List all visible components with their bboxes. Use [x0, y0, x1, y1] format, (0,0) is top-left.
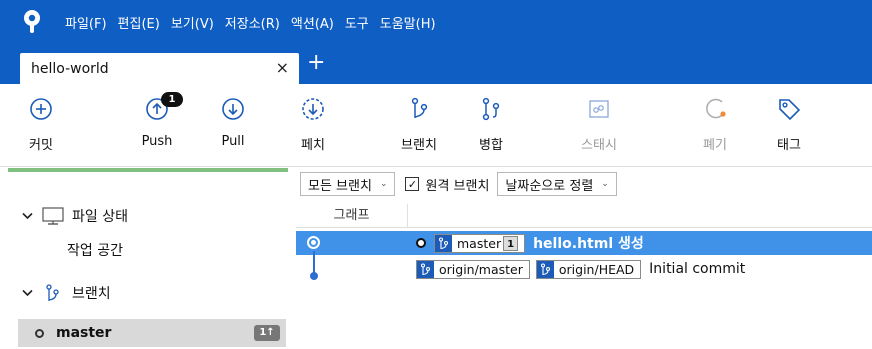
checkbox-icon[interactable]: ✓ — [405, 177, 420, 191]
fetch-label: 페치 — [301, 138, 325, 153]
fetch-arrow-down-icon — [302, 98, 324, 120]
push-count-badge: 1 — [161, 92, 183, 107]
discard-label: 폐기 — [703, 138, 727, 153]
pull-button[interactable]: Pull — [198, 84, 268, 167]
sidebar-section-file-status[interactable]: 파일 상태 — [0, 203, 290, 229]
history-filter-bar: 모든 브랜치 ⌄ ✓ 원격 브랜치 날짜순으로 정렬 ⌄ — [296, 170, 872, 198]
chevron-down-icon[interactable] — [22, 210, 34, 223]
merge-label: 병합 — [479, 138, 503, 153]
tag-icon — [779, 99, 801, 121]
stash-label: 스태시 — [581, 138, 617, 153]
ahead-count-badge: 1 — [503, 235, 519, 251]
menu-repository[interactable]: 저장소(R) — [225, 13, 280, 32]
tab-bar: hello-world × + — [0, 44, 872, 84]
branch-ref-label[interactable]: origin/master — [416, 259, 530, 279]
sort-value: 날짜순으로 정렬 — [505, 178, 594, 194]
branch-label: 브랜치 — [401, 138, 437, 153]
branch-ref-icon — [417, 260, 434, 278]
sidebar-section-branches[interactable]: 브랜치 — [0, 280, 290, 306]
sidebar-item-master[interactable]: master 1↑ — [18, 319, 286, 347]
commit-message: hello.html 생성 — [533, 236, 644, 252]
commit-message: Initial commit — [649, 261, 746, 277]
close-tab-icon[interactable]: × — [276, 58, 289, 77]
sidebar: 파일 상태 작업 공간 브랜치 master 1↑ — [0, 167, 296, 349]
discard-refresh-icon — [706, 98, 726, 119]
commit-graph-cell — [296, 251, 408, 281]
branch-filter-dropdown[interactable]: 모든 브랜치 ⌄ — [300, 172, 396, 196]
add-tab-icon[interactable]: + — [307, 52, 325, 74]
branch-ref-name: origin/master — [439, 261, 523, 277]
push-button[interactable]: 1 Push — [122, 84, 192, 167]
history-panel: 모든 브랜치 ⌄ ✓ 원격 브랜치 날짜순으로 정렬 ⌄ 그래프 master … — [296, 167, 872, 349]
sidebar-item-workspace[interactable]: 작업 공간 — [0, 237, 290, 263]
menu-bar: 파일(F) 편집(E) 보기(V) 저장소(R) 액션(A) 도구 도움말(H) — [0, 0, 872, 44]
discard-button[interactable]: 폐기 — [680, 84, 750, 167]
remote-branches-label: 원격 브랜치 — [425, 178, 490, 194]
merge-icon — [482, 97, 500, 121]
menu-tools[interactable]: 도구 — [345, 13, 369, 32]
head-indicator-icon — [416, 238, 426, 248]
fetch-button[interactable]: 페치 — [278, 84, 348, 167]
branch-ref-name: master — [457, 235, 502, 251]
sidebar-branches-label: 브랜치 — [72, 286, 111, 302]
branch-ref-icon — [536, 260, 554, 278]
branch-icon — [42, 283, 66, 303]
branch-button[interactable]: 브랜치 — [384, 84, 454, 167]
commit-description: master 1 hello.html 생성 — [416, 231, 644, 255]
sidebar-branch-name: master — [56, 325, 112, 341]
history-column-header: 그래프 — [296, 204, 872, 228]
commit-node-icon — [310, 272, 318, 280]
commit-row[interactable]: origin/master origin/HEAD Initial commit — [296, 251, 872, 281]
remote-branches-toggle[interactable]: ✓ 원격 브랜치 — [405, 175, 489, 194]
tag-label: 태그 — [777, 138, 801, 153]
monitor-icon — [42, 206, 66, 226]
commit-plus-icon — [30, 98, 52, 120]
tag-button[interactable]: 태그 — [754, 84, 824, 167]
sourcetree-logo-icon — [21, 9, 43, 35]
tab-hello-world[interactable]: hello-world × — [20, 53, 299, 84]
pull-label: Pull — [221, 134, 245, 149]
sidebar-progress-bar — [8, 168, 288, 172]
branch-ref-icon — [435, 234, 452, 252]
graph-line — [313, 251, 315, 273]
menu-help[interactable]: 도움말(H) — [380, 13, 436, 32]
menu-action[interactable]: 액션(A) — [291, 13, 334, 32]
sidebar-workspace-label: 작업 공간 — [67, 243, 123, 259]
merge-button[interactable]: 병합 — [456, 84, 526, 167]
menu-view[interactable]: 보기(V) — [171, 13, 214, 32]
sort-dropdown[interactable]: 날짜순으로 정렬 ⌄ — [497, 172, 617, 196]
branch-filter-value: 모든 브랜치 — [308, 178, 372, 194]
tab-title: hello-world — [31, 60, 109, 77]
chevron-down-icon: ⌄ — [379, 179, 388, 189]
menu-edit[interactable]: 편집(E) — [118, 13, 160, 32]
commit-description: origin/master origin/HEAD Initial commit — [416, 257, 745, 281]
commit-label: 커밋 — [29, 138, 53, 153]
sidebar-progress-fill — [8, 168, 288, 172]
graph-column-header[interactable]: 그래프 — [296, 204, 408, 228]
stash-box-icon — [589, 100, 609, 118]
branch-ref-name: origin/HEAD — [558, 261, 635, 277]
ahead-count-badge: 1↑ — [254, 325, 280, 341]
push-label: Push — [141, 134, 173, 149]
branch-ref-label[interactable]: origin/HEAD — [535, 259, 642, 279]
branch-ref-label[interactable]: master 1 — [434, 233, 526, 253]
menu-file[interactable]: 파일(F) — [65, 13, 107, 32]
pull-arrow-down-icon — [222, 98, 244, 120]
toolbar: 커밋 1 Push Pull 페치 브랜치 병합 스태시 폐기 태그 — [0, 84, 872, 167]
sidebar-file-status-label: 파일 상태 — [72, 209, 128, 225]
stash-button[interactable]: 스태시 — [564, 84, 634, 167]
current-commit-node-icon — [307, 236, 320, 249]
chevron-down-icon: ⌄ — [601, 179, 609, 189]
chevron-down-icon[interactable] — [22, 287, 34, 300]
commit-button[interactable]: 커밋 — [6, 84, 76, 167]
commit-row[interactable]: master 1 hello.html 생성 — [296, 231, 872, 255]
current-branch-dot-icon — [35, 328, 44, 338]
branch-icon — [411, 97, 428, 118]
